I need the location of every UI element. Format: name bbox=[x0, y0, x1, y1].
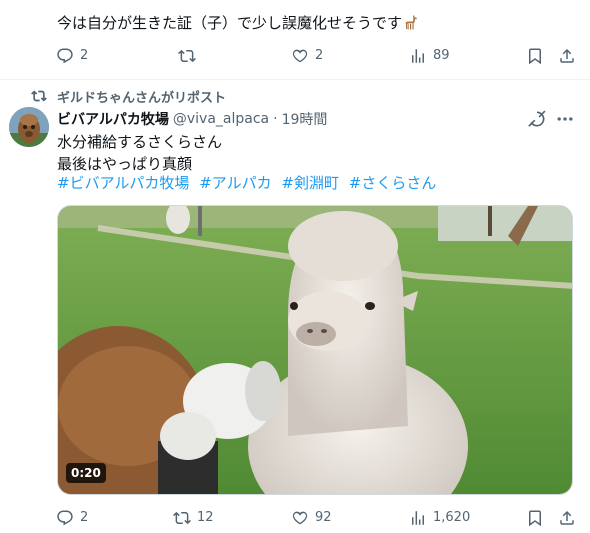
avatar[interactable] bbox=[9, 107, 49, 147]
tweet-line: 水分補給するさくらさん bbox=[57, 133, 223, 151]
views-button[interactable]: 1,620 bbox=[409, 509, 470, 527]
tweet-text: 水分補給するさくらさん 最後はやっぱり真顔 bbox=[57, 131, 222, 175]
reply-button[interactable]: 2 bbox=[56, 509, 88, 527]
previous-tweet-text: 今は自分が生きた証（子）で少し誤魔化せそうです bbox=[57, 13, 418, 33]
previous-tweet-actions: 2 2 89 bbox=[56, 47, 576, 67]
meta-separator: · bbox=[273, 111, 278, 127]
alpaca-video-frame bbox=[58, 206, 572, 494]
tweet-header: ビバアルパカ牧場 @viva_alpaca · 19時間 bbox=[57, 109, 327, 129]
timestamp[interactable]: 19時間 bbox=[282, 109, 328, 129]
repost-icon bbox=[31, 90, 47, 102]
bookmark-icon bbox=[529, 48, 541, 65]
video-player[interactable] bbox=[57, 205, 573, 495]
grok-icon[interactable] bbox=[527, 109, 547, 129]
bookmark-button[interactable] bbox=[526, 509, 550, 527]
repost-icon bbox=[173, 511, 191, 525]
reply-icon bbox=[57, 510, 73, 526]
video-duration-badge: 0:20 bbox=[66, 463, 106, 483]
heart-icon bbox=[292, 49, 308, 63]
share-icon bbox=[560, 510, 574, 525]
handle[interactable]: @viva_alpaca bbox=[173, 111, 269, 127]
alpaca-avatar-image bbox=[9, 107, 49, 147]
share-icon bbox=[560, 48, 574, 63]
hashtag-link[interactable]: #剣淵町 bbox=[281, 174, 339, 192]
repost-button[interactable] bbox=[178, 47, 202, 65]
hashtag-link[interactable]: #さくらさん bbox=[349, 174, 437, 192]
views-chart-icon bbox=[412, 511, 424, 525]
repost-button[interactable]: 12 bbox=[173, 509, 214, 527]
hashtag-link[interactable]: #ビバアルパカ牧場 bbox=[57, 174, 189, 192]
llama-emoji-icon bbox=[405, 15, 418, 30]
display-name[interactable]: ビバアルパカ牧場 bbox=[57, 109, 169, 129]
share-button[interactable] bbox=[558, 509, 582, 527]
hashtag-row: #ビバアルパカ牧場 #アルパカ #剣淵町 #さくらさん bbox=[57, 173, 441, 193]
views-button[interactable]: 89 bbox=[409, 47, 450, 65]
more-options-icon[interactable] bbox=[555, 109, 575, 129]
tweet-divider bbox=[0, 79, 590, 80]
tweet-line: 最後はやっぱり真顔 bbox=[57, 155, 193, 173]
like-button[interactable]: 2 bbox=[291, 47, 323, 65]
like-button[interactable]: 92 bbox=[291, 509, 332, 527]
hashtag-link[interactable]: #アルパカ bbox=[199, 174, 271, 192]
bookmark-icon bbox=[529, 510, 541, 527]
repost-banner[interactable]: ギルドちゃんさんがリポスト bbox=[31, 87, 226, 106]
repost-icon bbox=[178, 49, 196, 63]
bookmark-button[interactable] bbox=[526, 47, 550, 65]
views-chart-icon bbox=[412, 49, 424, 63]
share-button[interactable] bbox=[558, 47, 582, 65]
reply-icon bbox=[57, 48, 73, 64]
tweet-actions: 2 12 92 1,620 bbox=[56, 509, 576, 529]
heart-icon bbox=[292, 511, 308, 525]
reply-button[interactable]: 2 bbox=[56, 47, 88, 65]
